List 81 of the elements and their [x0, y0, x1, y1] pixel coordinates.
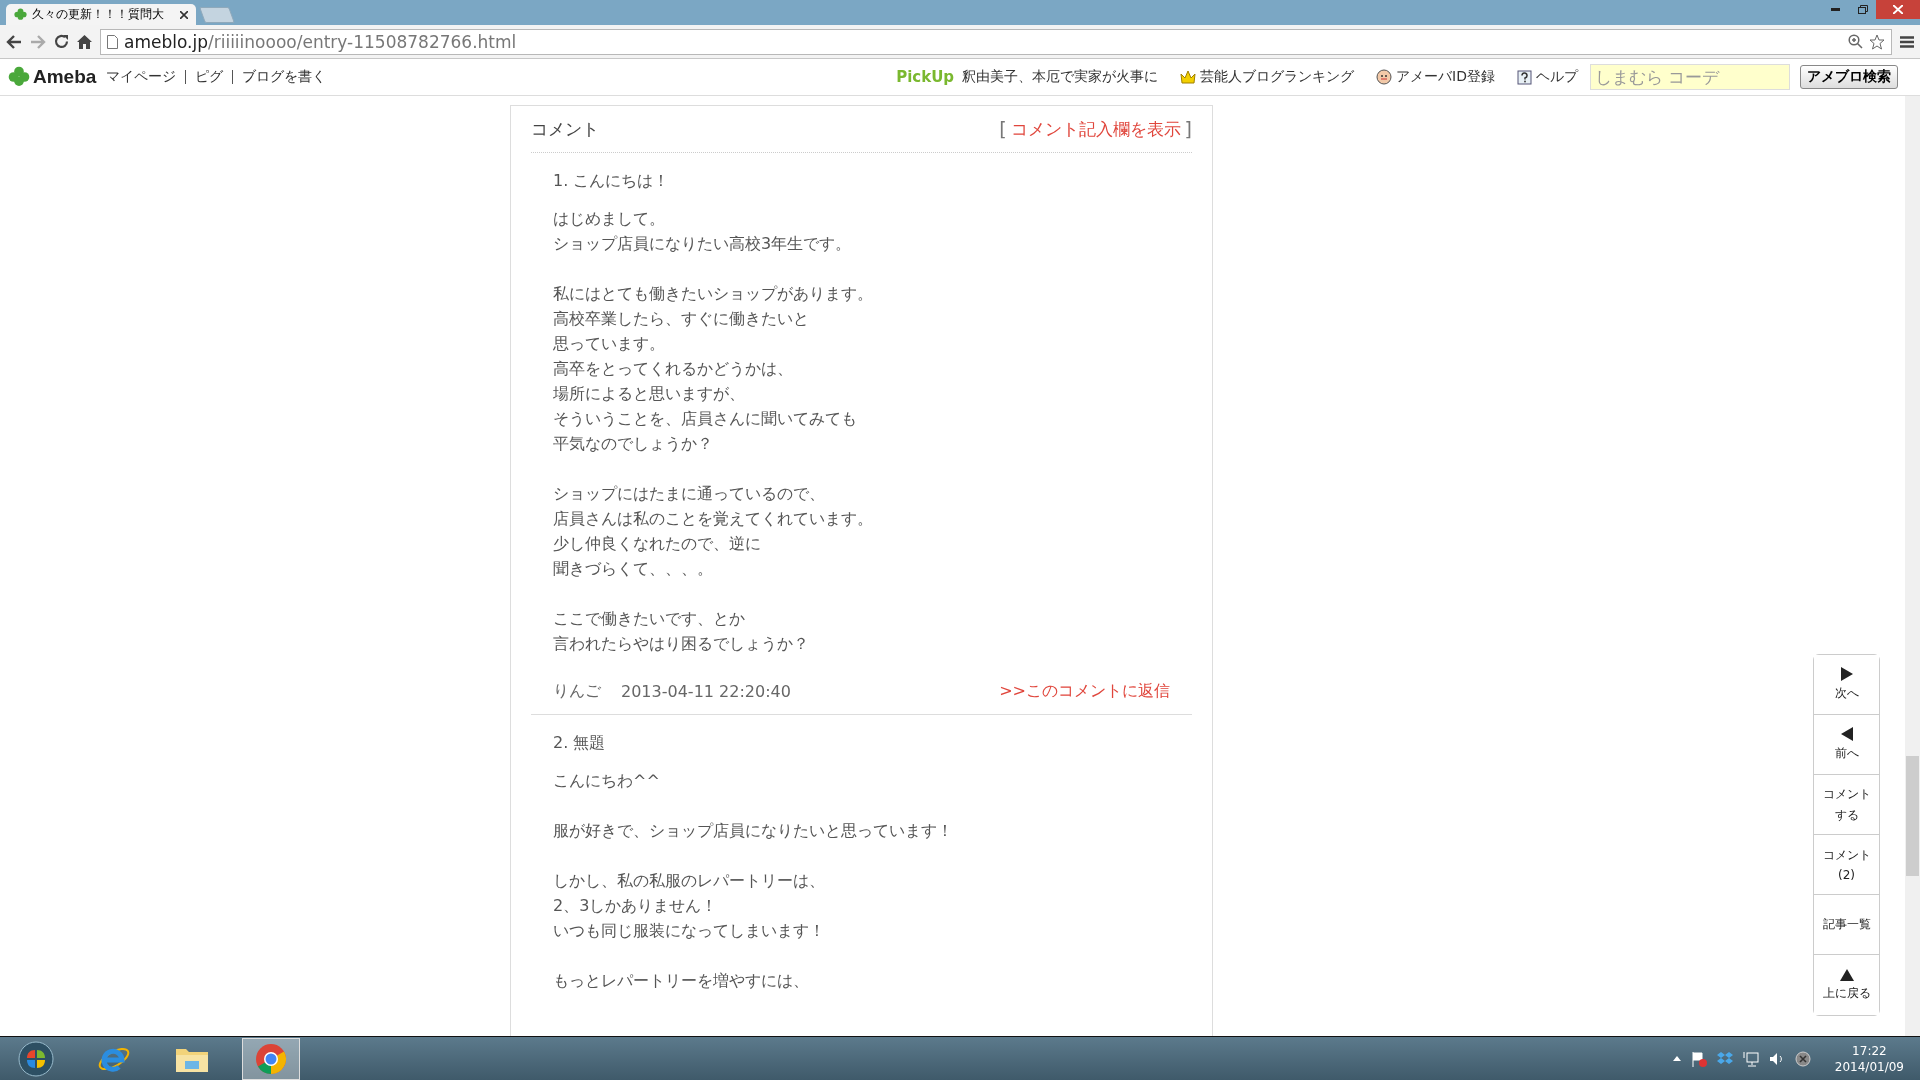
comment-date: 2013-04-11 22:20:40	[621, 682, 791, 701]
header-link[interactable]: 芸能人ブログランキング	[1180, 68, 1355, 86]
pickup-label: PickUp	[896, 68, 955, 86]
show-comment-form-link[interactable]: コメント記入欄を表示	[1010, 117, 1181, 141]
comment-title: 1. こんにちは！	[553, 171, 671, 192]
comment-line: 言われたらやはり困るでしょうか？	[553, 633, 809, 655]
close-icon[interactable]	[180, 10, 188, 19]
header-link[interactable]: アメーバID登録	[1376, 68, 1495, 86]
comment-line: 私にはとても働きたいショップがあります。	[553, 283, 873, 305]
comment-line: 平気なのでしょうか？	[553, 433, 713, 455]
search-button[interactable]: アメブロ検索	[1800, 65, 1898, 89]
menu-icon[interactable]	[1900, 35, 1914, 48]
page-icon	[107, 34, 118, 49]
crown-icon	[1180, 69, 1197, 85]
home-icon[interactable]	[77, 34, 92, 49]
comment-line: 場所によると思いますが、	[553, 383, 745, 405]
side-nav-label: する	[1834, 806, 1859, 824]
pickup-link[interactable]: 釈由美子、本厄で実家が火事に	[962, 68, 1159, 86]
back-icon[interactable]	[6, 34, 22, 49]
close-circle-icon[interactable]	[1794, 1050, 1811, 1067]
address-bar[interactable]: ameblo.jp/riiiiinoooo/entry-11508782766.html	[100, 28, 1892, 55]
restore-icon[interactable]	[1857, 5, 1868, 14]
star-icon[interactable]	[1869, 33, 1885, 50]
comment-line: 聞きづらくて、、、。	[553, 558, 713, 580]
comment-line: 2、3しかありません！	[553, 895, 718, 917]
start-button-icon[interactable]	[18, 1040, 54, 1077]
comment-line: ここで働きたいです、とか	[553, 608, 745, 630]
browser-tab[interactable]: 久々の更新！！！質問大	[6, 4, 196, 25]
side-nav-label: コメント	[1822, 847, 1871, 864]
reload-icon[interactable]	[54, 34, 69, 49]
comment-line: いつも同じ服装になってしまいます！	[553, 920, 825, 942]
up-arrow-icon	[1839, 968, 1854, 981]
side-nav-label: 次へ	[1834, 685, 1859, 702]
clock-date: 2014/01/09	[1834, 1058, 1904, 1075]
comment-line: 店員さんは私のことを覚えてくれています。	[553, 508, 873, 530]
side-nav-label: (2)	[1838, 868, 1855, 882]
comment-line: ショップにはたまに通っているので、	[553, 483, 825, 505]
side-nav-button[interactable]: 次へ	[1814, 655, 1879, 715]
help-icon	[1517, 69, 1532, 85]
clover-icon	[14, 8, 27, 21]
network-icon[interactable]	[1742, 1050, 1759, 1067]
header-link[interactable]: ヘルプ	[1517, 68, 1578, 86]
caret-up-icon[interactable]	[1672, 1056, 1681, 1061]
comment-line: 高校卒業したら、すぐに働きたいと	[553, 308, 809, 330]
comment-author: りんご	[553, 681, 601, 702]
comment-line: ショップ店員になりたい高校3年生です。	[553, 233, 852, 255]
bracket: ]	[1184, 118, 1192, 140]
face-icon	[1376, 69, 1393, 85]
comment-line: 服が好きで、ショップ店員になりたいと思っています！	[553, 820, 953, 842]
comment-line: そういうことを、店員さんに聞いてみても	[553, 408, 857, 430]
tab-title: 久々の更新！！！質問大	[32, 6, 165, 23]
comment-line: もっとレパートリーを増やすには、	[553, 970, 809, 992]
nav-link[interactable]: マイページ	[106, 68, 177, 86]
comment-line: 思っています。	[553, 333, 665, 355]
scrollbar[interactable]	[1905, 96, 1920, 1036]
nav-link[interactable]: ピグ	[195, 68, 224, 86]
clock-time: 17:22	[1852, 1042, 1887, 1059]
chrome-icon[interactable]	[255, 1042, 287, 1075]
nav-link[interactable]: ブログを書く	[242, 68, 327, 86]
side-nav-label: 前へ	[1834, 745, 1859, 762]
clover-icon	[8, 66, 30, 88]
comment-line: 少し仲良くなれたので、逆に	[553, 533, 761, 555]
previous-arrow-icon	[1840, 727, 1853, 741]
zoom-icon[interactable]	[1848, 34, 1863, 49]
section-title: コメント	[531, 117, 599, 141]
next-arrow-icon	[1840, 667, 1853, 681]
bracket: [	[999, 118, 1007, 140]
side-nav-label: 記事一覧	[1822, 916, 1871, 933]
flag-icon[interactable]	[1690, 1050, 1707, 1067]
comment-title: 2. 無題	[553, 733, 607, 754]
side-nav-label: 上に戻る	[1822, 984, 1871, 1002]
comment-line: はじめまして。	[553, 208, 665, 230]
clock[interactable]: 17:22 2014/01/09	[1834, 1042, 1904, 1075]
ameba-logo[interactable]: Ameba	[33, 66, 97, 88]
search-field[interactable]: しまむら コーデ	[1590, 64, 1790, 90]
comment-line: しかし、私の私服のレパートリーは、	[553, 870, 825, 892]
url-text: ameblo.jp/riiiiinoooo/entry-11508782766.html	[124, 31, 518, 52]
comment-line: 高卒をとってくれるかどうかは、	[553, 358, 793, 380]
reply-link[interactable]: >>このコメントに返信	[999, 681, 1170, 702]
side-nav-label: コメント	[1822, 785, 1871, 803]
comment-line: こんにちわ^^	[553, 770, 660, 792]
